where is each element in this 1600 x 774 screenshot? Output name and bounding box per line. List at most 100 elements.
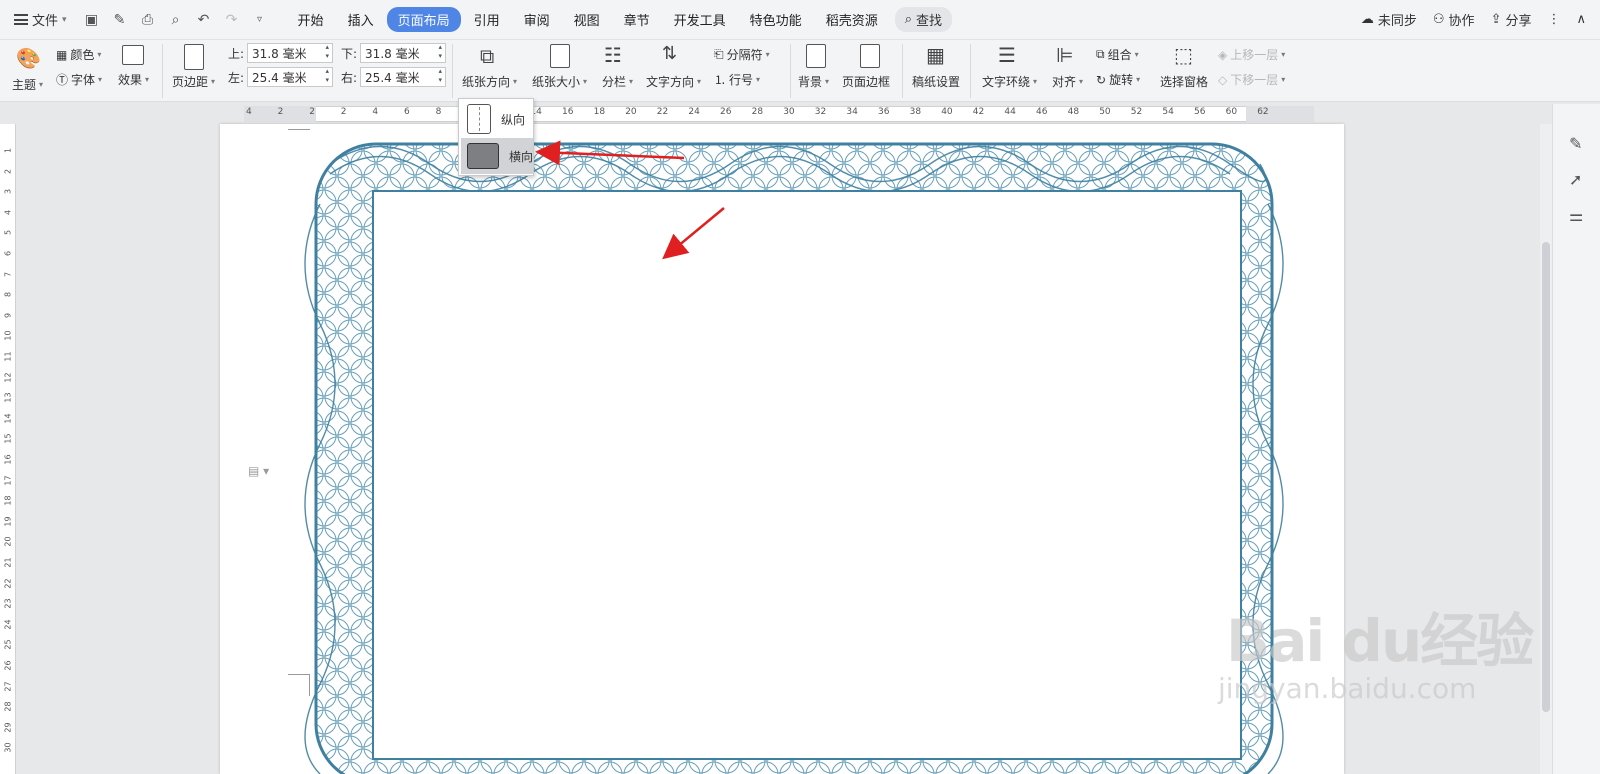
bring-forward-button[interactable]: ◈ 上移一层 ▾ xyxy=(1218,46,1285,63)
ruler-tick-label: 26 xyxy=(720,107,732,117)
caret-icon: ▾ xyxy=(583,77,588,86)
collab-button[interactable]: ⚇ 协作 xyxy=(1433,10,1475,29)
caret-icon: ▾ xyxy=(1079,77,1084,86)
paper-size-button[interactable]: 纸张大小 ▾ xyxy=(532,73,587,90)
ruler-tick-label: 23 xyxy=(3,598,13,609)
color-button[interactable]: ▦ 颜色 ▾ xyxy=(56,46,101,63)
ruler-tick-label: 28 xyxy=(3,701,13,712)
tab-view[interactable]: 视图 xyxy=(563,7,611,32)
tab-docer[interactable]: 稻壳资源 xyxy=(815,7,889,32)
align-button[interactable]: 对齐 ▾ xyxy=(1052,73,1083,90)
vertical-scrollbar[interactable] xyxy=(1540,124,1552,774)
tab-insert[interactable]: 插入 xyxy=(337,7,385,32)
text-wrap-label: 文字环绕 xyxy=(982,75,1031,89)
format-painter-icon[interactable]: ✎ xyxy=(111,12,129,28)
rotate-icon: ↻ xyxy=(1096,72,1107,87)
margin-bottom-spinner[interactable]: 下: 31.8 毫米 xyxy=(341,43,447,63)
group-button[interactable]: ⧉ 组合 ▾ xyxy=(1096,46,1139,63)
share-button[interactable]: ⇪ 分享 xyxy=(1491,10,1532,29)
tab-references[interactable]: 引用 xyxy=(463,7,511,32)
page-border-label: 页面边框 xyxy=(842,75,891,89)
customize-icon[interactable]: ▿ xyxy=(251,14,269,25)
margin-bottom-input[interactable]: 31.8 毫米 xyxy=(360,43,447,63)
align-icon: ⊫ xyxy=(1056,43,1074,67)
ruler-tick-label: 20 xyxy=(3,536,13,547)
redo-icon[interactable]: ↷ xyxy=(223,12,241,28)
ribbon-tabs: 开始 插入 页面布局 引用 审阅 视图 章节 开发工具 特色功能 稻壳资源 xyxy=(287,7,889,32)
margin-left-input[interactable]: 25.4 毫米 xyxy=(247,67,334,87)
theme-button[interactable]: 主题 ▾ xyxy=(12,76,43,93)
settings-sliders-icon[interactable]: ⚌ xyxy=(1569,206,1583,225)
line-numbers-button[interactable]: ⒈ 行号 ▾ xyxy=(714,71,760,88)
margin-left-spinner[interactable]: 左: 25.4 毫米 xyxy=(228,67,334,87)
tab-section[interactable]: 章节 xyxy=(613,7,661,32)
tab-review[interactable]: 审阅 xyxy=(513,7,561,32)
send-backward-label: 下移一层 xyxy=(1230,73,1279,87)
margin-top-spinner[interactable]: 上: 31.8 毫米 xyxy=(228,43,334,63)
document-page[interactable] xyxy=(220,124,1344,774)
send-backward-button[interactable]: ◇ 下移一层 ▾ xyxy=(1218,71,1285,88)
print-icon[interactable]: ⎙ xyxy=(139,12,157,28)
cursor-icon[interactable]: ➚ xyxy=(1569,170,1582,189)
portrait-icon xyxy=(467,104,491,134)
ruler-tick-label: 28 xyxy=(751,107,764,117)
ruler-tick-label: 16 xyxy=(3,454,13,465)
caret-icon: ▾ xyxy=(1281,50,1286,59)
sync-button[interactable]: ☁ 未同步 xyxy=(1361,10,1417,29)
columns-label: 分栏 xyxy=(602,75,627,89)
columns-button[interactable]: 分栏 ▾ xyxy=(602,73,633,90)
grid-paper-button[interactable]: 稿纸设置 xyxy=(912,73,960,90)
margin-right-input[interactable]: 25.4 毫米 xyxy=(360,67,447,87)
orientation-button[interactable]: 纸张方向 ▾ xyxy=(462,73,517,90)
margins-label: 页边距 xyxy=(172,75,209,89)
save-icon[interactable]: ▣ xyxy=(83,12,101,28)
bring-forward-label: 上移一层 xyxy=(1230,48,1279,62)
scrollbar-thumb[interactable] xyxy=(1542,242,1550,712)
pen-icon[interactable]: ✎ xyxy=(1569,134,1582,153)
effects-button[interactable]: 效果 ▾ xyxy=(118,71,149,88)
right-task-panel: ✎ ➚ ⚌ xyxy=(1552,104,1600,774)
tab-home[interactable]: 开始 xyxy=(287,7,335,32)
ruler-tick-label: 2 xyxy=(309,107,315,117)
ruler-tick-label: 56 xyxy=(1194,107,1206,117)
page-border-icon xyxy=(860,44,880,68)
search-box[interactable]: ⌕ 查找 xyxy=(894,7,952,32)
tab-features[interactable]: 特色功能 xyxy=(739,7,813,32)
orientation-landscape-item[interactable]: 横向 xyxy=(461,138,533,174)
group-icon: ⧉ xyxy=(1096,47,1105,61)
orientation-portrait-item[interactable]: 纵向 xyxy=(461,101,533,137)
theme-icon: 🎨 xyxy=(16,46,41,70)
collapse-ribbon-icon[interactable]: ∧ xyxy=(1576,12,1586,27)
rotate-button[interactable]: ↻ 旋转 ▾ xyxy=(1096,71,1140,88)
print-preview-icon[interactable]: ⌕ xyxy=(167,12,185,28)
ruler-tick-label: 25 xyxy=(3,639,13,650)
ruler-tick-label: 32 xyxy=(814,107,827,117)
caret-icon: ▾ xyxy=(1134,50,1139,59)
margins-button[interactable]: 页边距 ▾ xyxy=(172,73,215,90)
text-direction-button[interactable]: 文字方向 ▾ xyxy=(646,73,701,90)
orientation-icon: ⧉ xyxy=(480,44,495,68)
margin-right-spinner[interactable]: 右: 25.4 毫米 xyxy=(341,67,447,87)
tab-page-layout[interactable]: 页面布局 xyxy=(386,7,461,32)
margin-top-input[interactable]: 31.8 毫米 xyxy=(247,43,334,63)
selection-pane-button[interactable]: 选择窗格 xyxy=(1160,73,1208,90)
background-button[interactable]: 背景 ▾ xyxy=(798,73,829,90)
horizontal-ruler[interactable]: 4222468101214161820222426283032343638404… xyxy=(0,104,1600,124)
caret-icon: ▾ xyxy=(765,50,770,59)
page-border-button[interactable]: 页面边框 xyxy=(842,73,890,90)
text-wrap-button[interactable]: 文字环绕 ▾ xyxy=(982,73,1037,90)
file-menu[interactable]: 文件 ▾ xyxy=(0,6,75,34)
more-icon[interactable]: ⋮ xyxy=(1547,12,1560,27)
crop-mark-top-left xyxy=(288,124,310,130)
page-options-icon[interactable]: ▤ ▾ xyxy=(248,464,269,478)
font-button[interactable]: Ⓣ 字体 ▾ xyxy=(56,71,102,88)
caret-icon: ▾ xyxy=(825,77,830,86)
vertical-ruler[interactable]: 1 2 3 4 5 6 7 8 9 10 11 12 13 14 15 16 17 18 19 20 21 22 23 24 2… xyxy=(0,124,16,774)
menu-bar: 文件 ▾ ▣ ✎ ⎙ ⌕ ↶ ↷ ▿ 开始 插入 页面布局 引用 审阅 视图 章… xyxy=(0,0,1600,40)
tab-developer[interactable]: 开发工具 xyxy=(663,7,737,32)
breaks-button[interactable]: ⎗ 分隔符 ▾ xyxy=(714,46,770,63)
undo-icon[interactable]: ↶ xyxy=(195,12,213,28)
margin-bottom-label: 下: xyxy=(341,46,358,61)
ruler-tick-label: 44 xyxy=(1004,107,1016,117)
ruler-tick-label: 26 xyxy=(3,660,13,671)
